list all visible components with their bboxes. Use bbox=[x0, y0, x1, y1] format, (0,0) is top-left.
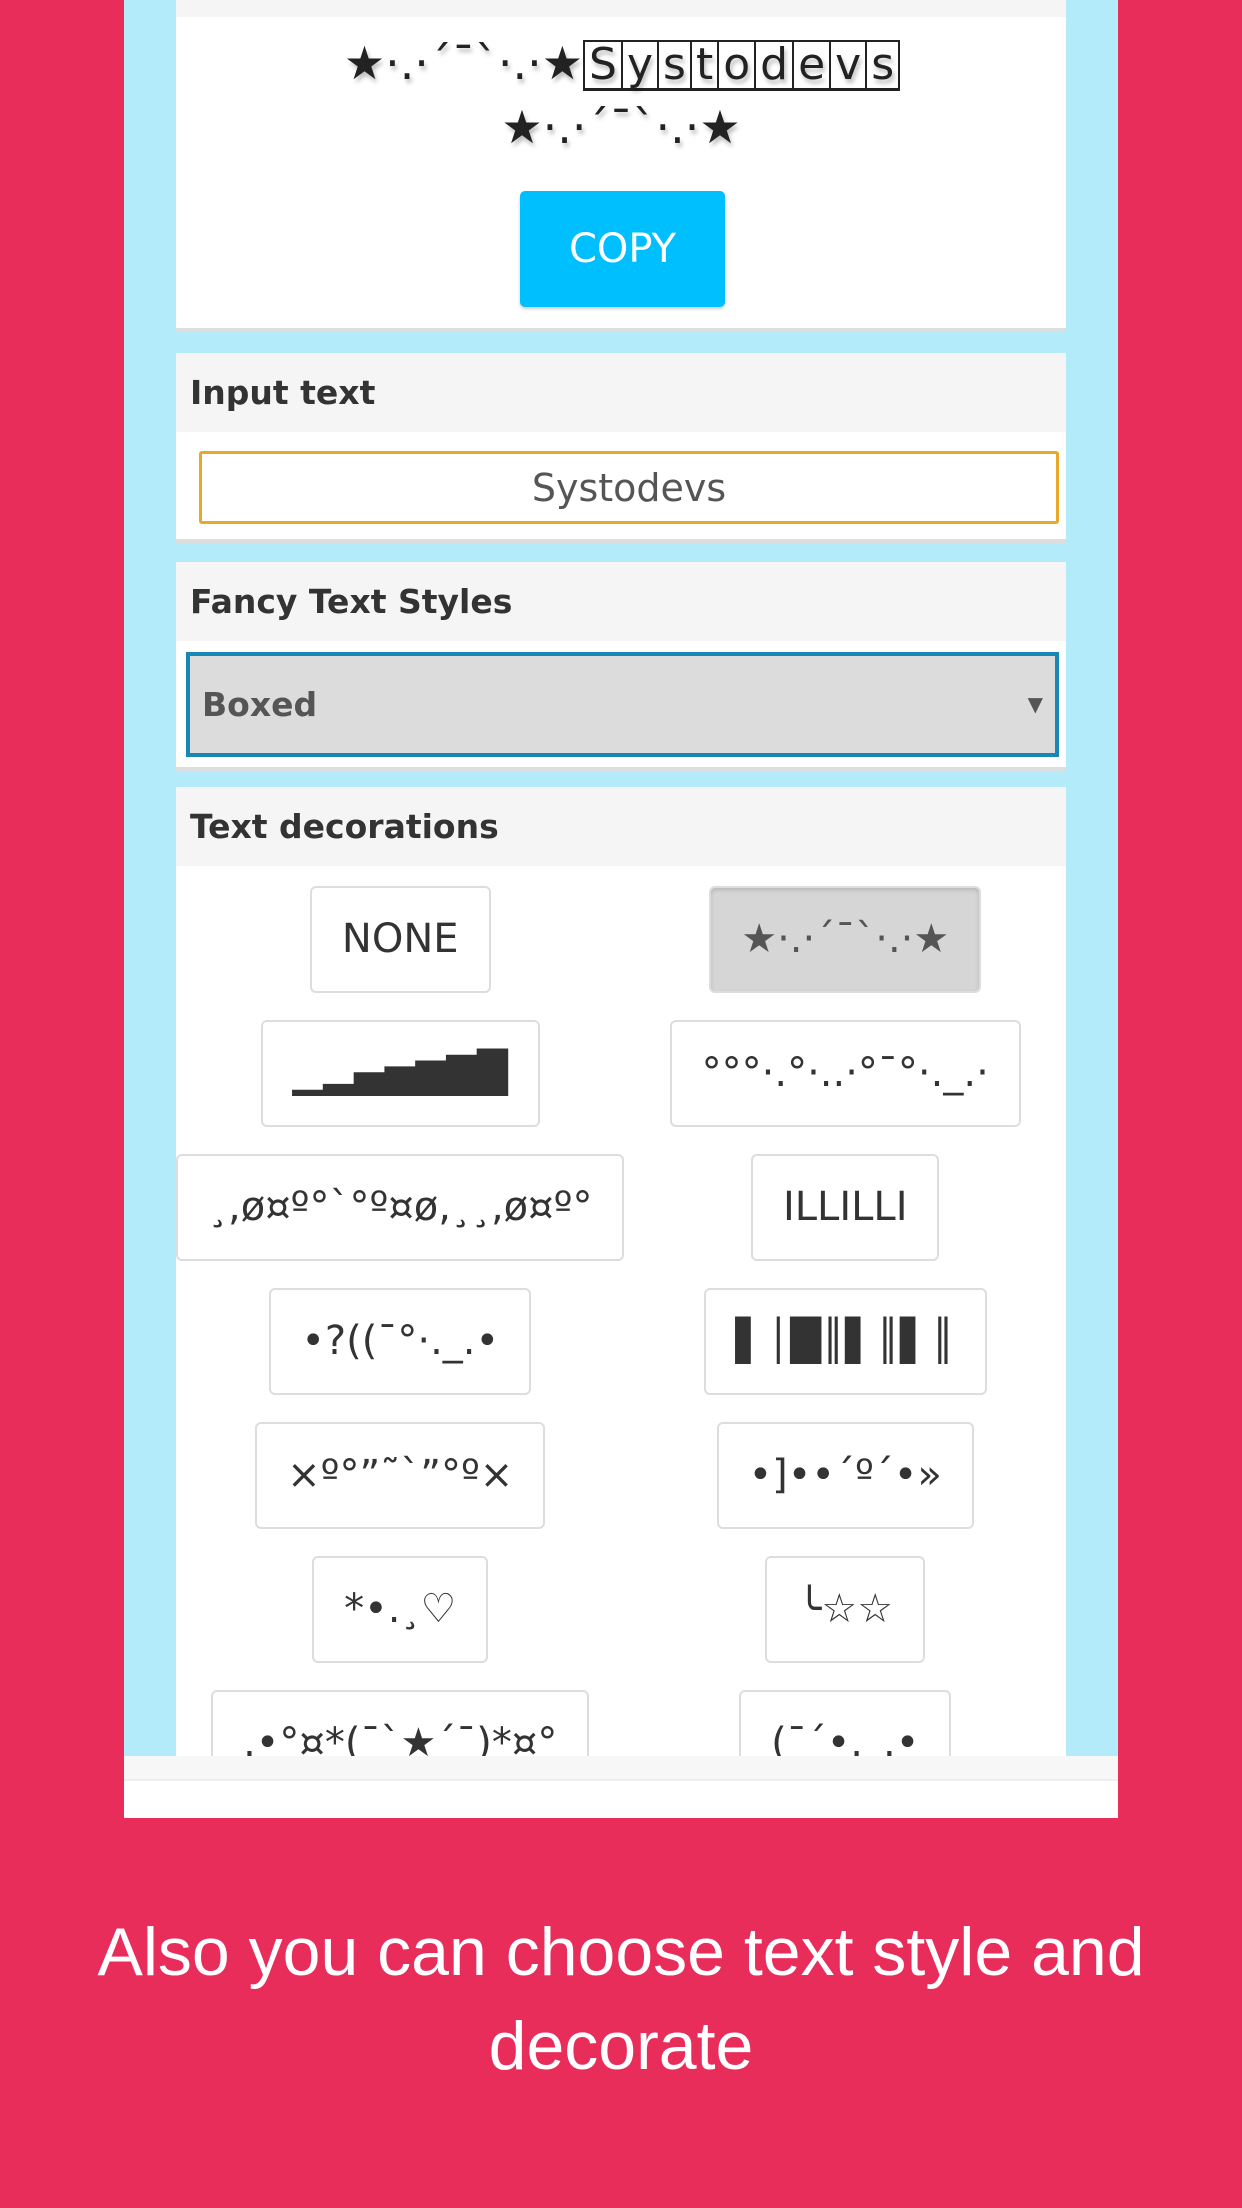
decoration-cell: ▁▂▄▅▆▇█ bbox=[176, 1020, 624, 1127]
decoration-cell: (¯´•._.• bbox=[624, 1690, 1066, 1756]
boxed-letter: e bbox=[792, 40, 832, 91]
decoration-cell: ×º°”˜`”°º× bbox=[176, 1422, 624, 1529]
app-screen: ★·.·´¯`·.·★ Sy s t o d e v s ★·.·´¯`·.·★ COPY In… bbox=[124, 0, 1118, 1756]
decoration-cell: ▌│█║▌║▌║ bbox=[624, 1288, 1066, 1395]
decoration-option-button[interactable]: *•.¸♡ bbox=[312, 1556, 489, 1663]
decoration-cell: ★·.·´¯`·.·★ bbox=[624, 886, 1066, 993]
style-select[interactable]: Boxed ▼ bbox=[186, 652, 1059, 757]
copy-button[interactable]: COPY bbox=[520, 191, 725, 307]
decoration-option-button[interactable]: °°°·.°·..·°¯°·._.· bbox=[669, 1020, 1021, 1127]
card-header-strip bbox=[176, 0, 1066, 17]
decoration-option-button[interactable]: ¸,ø¤º°`°º¤ø,¸¸,ø¤º° bbox=[176, 1154, 625, 1261]
decoration-option-button[interactable]: ▌│█║▌║▌║ bbox=[703, 1288, 987, 1395]
promo-caption: Also you can choose text style and decor… bbox=[97, 1914, 1145, 2084]
decoration-cell: ╰☆☆ bbox=[624, 1556, 1066, 1663]
decoration-option-button[interactable]: .•°¤*(¯`★´¯)*¤° bbox=[211, 1690, 590, 1756]
decoration-option-button[interactable]: ▁▂▄▅▆▇█ bbox=[260, 1020, 540, 1127]
decoration-option-button[interactable]: ×º°”˜`”°º× bbox=[255, 1422, 546, 1529]
decoration-grid: NONE ★·.·´¯`·.·★ ▁▂▄▅▆▇█ °°°·.°·..·°¯°·._.·… bbox=[176, 866, 1066, 1756]
decoration-option-button[interactable]: •]••´º´•» bbox=[716, 1422, 974, 1529]
decoration-cell: °°°·.°·..·°¯°·._.· bbox=[624, 1020, 1066, 1127]
result-suffix: ★·.·´¯`·.·★ bbox=[501, 100, 741, 154]
decoration-cell: •?((¯°·._.• bbox=[176, 1288, 624, 1395]
decoration-option-button[interactable]: NONE bbox=[309, 886, 491, 993]
decorations-card: Text decorations NONE ★·.·´¯`·.·★ ▁▂▄▅▆▇█ °… bbox=[176, 787, 1066, 1756]
fancy-styles-heading: Fancy Text Styles bbox=[176, 562, 1066, 641]
styles-card: Fancy Text Styles Boxed ▼ bbox=[176, 562, 1066, 767]
input-text-field[interactable] bbox=[199, 451, 1059, 524]
bottom-bar bbox=[124, 1756, 1118, 1781]
decoration-cell: *•.¸♡ bbox=[176, 1556, 624, 1663]
boxed-letter: S bbox=[583, 40, 623, 91]
result-prefix: ★·.·´¯`·.·★ bbox=[343, 36, 584, 90]
fancy-result-text: ★·.·´¯`·.·★ Sy s t o d e v s ★·.·´¯`·.·★ bbox=[176, 31, 1066, 159]
boxed-letter: o bbox=[717, 40, 757, 91]
decoration-option-button[interactable]: •?((¯°·._.• bbox=[269, 1288, 532, 1395]
boxed-letter: s bbox=[865, 40, 901, 91]
decoration-cell: •]••´º´•» bbox=[624, 1422, 1066, 1529]
boxed-letters: Systodevs bbox=[583, 36, 901, 91]
boxed-letter: d bbox=[754, 40, 795, 91]
decoration-option-button[interactable]: ★·.·´¯`·.·★ bbox=[709, 886, 982, 993]
dropdown-arrow-icon: ▼ bbox=[1027, 692, 1043, 716]
boxed-letter: t bbox=[689, 40, 720, 91]
phone-frame: ★·.·´¯`·.·★ Sy s t o d e v s ★·.·´¯`·.·★ COPY In… bbox=[124, 0, 1118, 1818]
style-select-value: Boxed bbox=[202, 685, 318, 724]
decoration-option-button[interactable]: ILLILLI bbox=[750, 1154, 940, 1261]
decoration-option-button[interactable]: (¯´•._.• bbox=[739, 1690, 952, 1756]
input-card: Input text bbox=[176, 353, 1066, 539]
output-card: ★·.·´¯`·.·★ Sy s t o d e v s ★·.·´¯`·.·★ COPY bbox=[176, 0, 1066, 328]
decoration-cell: NONE bbox=[176, 886, 624, 993]
input-text-heading: Input text bbox=[176, 353, 1066, 432]
decoration-cell: .•°¤*(¯`★´¯)*¤° bbox=[176, 1690, 624, 1756]
decorations-heading: Text decorations bbox=[176, 787, 1066, 866]
decoration-option-button[interactable]: ╰☆☆ bbox=[765, 1556, 926, 1663]
boxed-letter: v bbox=[829, 40, 868, 91]
decoration-cell: ILLILLI bbox=[624, 1154, 1066, 1261]
boxed-letter: y bbox=[620, 40, 660, 91]
boxed-letter: s bbox=[657, 40, 692, 91]
decoration-cell: ¸,ø¤º°`°º¤ø,¸¸,ø¤º° bbox=[176, 1154, 625, 1261]
